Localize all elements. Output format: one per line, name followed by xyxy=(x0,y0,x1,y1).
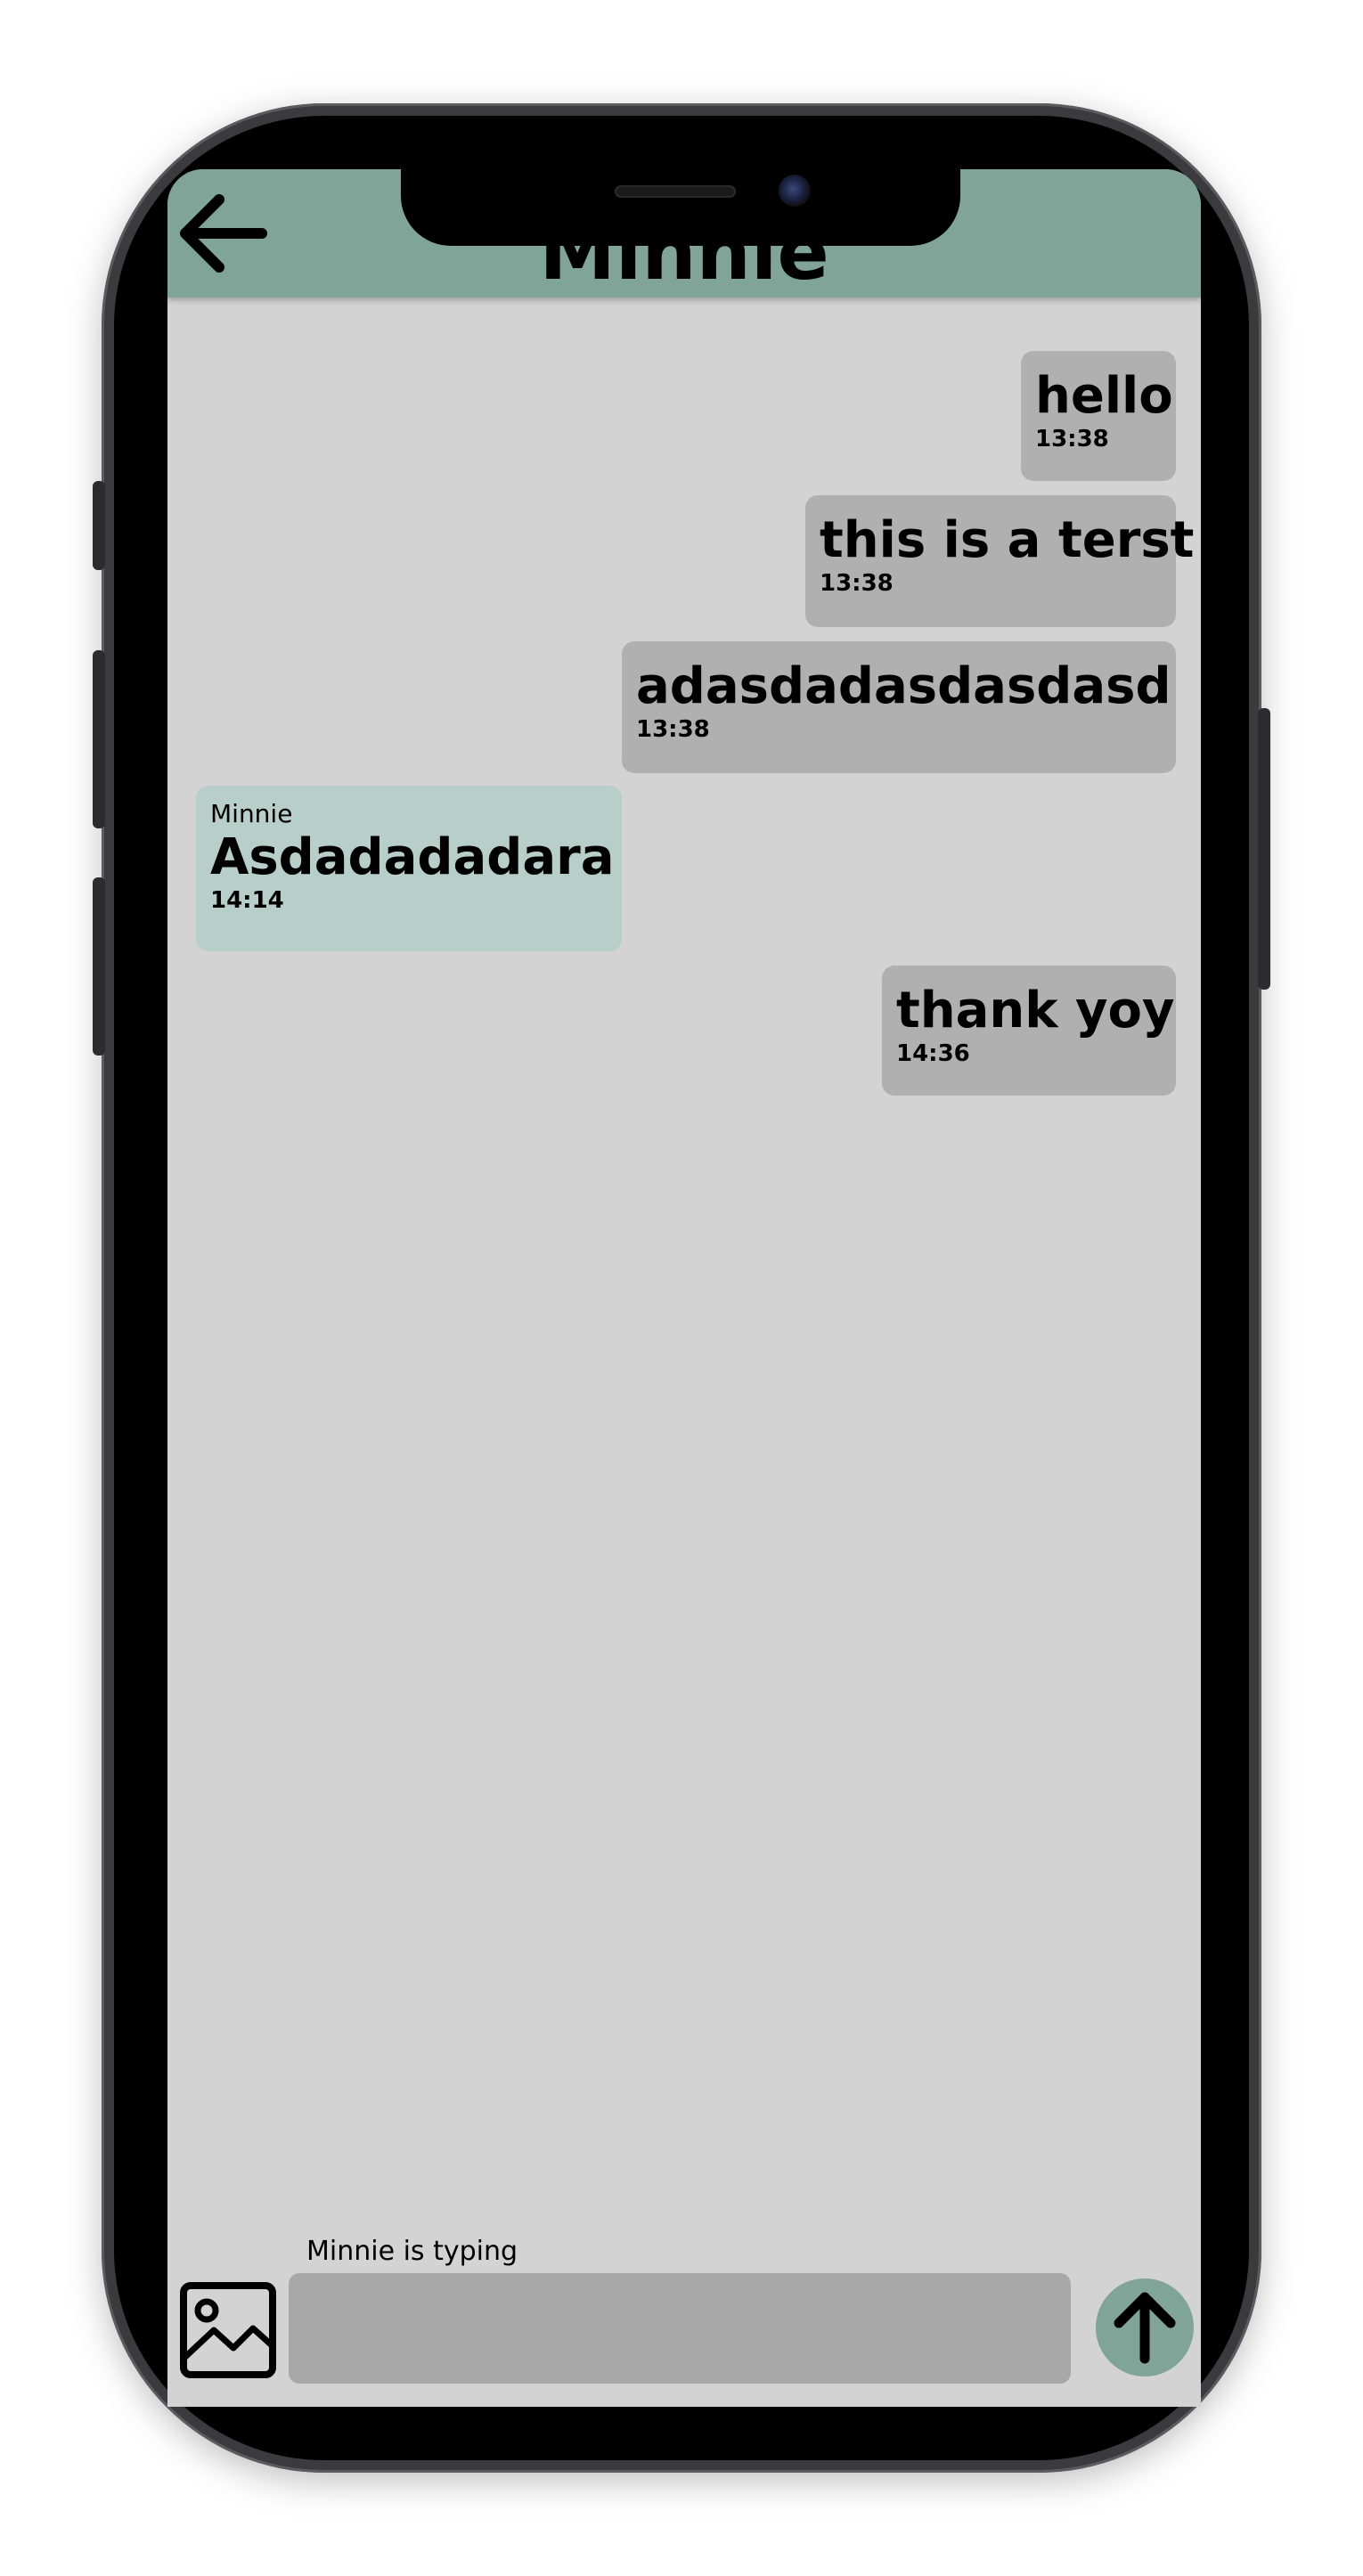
message-bubble-outgoing: adasdadasdasdasd 13:38 xyxy=(622,641,1176,773)
message-list[interactable]: hello 13:38 this is a terst 13:38 adasda… xyxy=(167,169,1201,2407)
message-time: 13:38 xyxy=(820,570,894,597)
message-text: thank yoy xyxy=(896,982,1175,1039)
typing-indicator: Minnie is typing xyxy=(306,2236,518,2267)
chat-screen: Minnie hello 13:38 this is a terst 13:38… xyxy=(167,169,1201,2407)
message-time: 14:36 xyxy=(896,1040,970,1067)
arrow-up-icon xyxy=(1114,2292,1176,2364)
message-sender: Minnie xyxy=(210,799,293,828)
message-text: hello xyxy=(1035,367,1173,425)
image-icon xyxy=(180,2282,276,2378)
power-button xyxy=(1258,708,1270,990)
message-bubble-outgoing: this is a terst 13:38 xyxy=(805,495,1195,627)
front-camera xyxy=(779,175,811,207)
attach-image-button[interactable] xyxy=(178,2280,278,2380)
message-bubble-outgoing: hello 13:38 xyxy=(1021,351,1176,481)
message-text: adasdadasdasdasd xyxy=(636,657,1171,715)
phone-notch xyxy=(401,160,960,246)
volume-down-button xyxy=(93,877,105,1056)
message-text: this is a terst xyxy=(820,511,1195,569)
message-time: 14:14 xyxy=(210,887,284,914)
message-text: Asdadadadara xyxy=(210,828,615,886)
volume-up-button xyxy=(93,650,105,828)
message-bubble-outgoing: thank yoy 14:36 xyxy=(882,966,1176,1096)
speaker-grille xyxy=(615,185,736,198)
silent-switch xyxy=(93,481,105,570)
message-bubble-incoming: Minnie Asdadadadara 14:14 xyxy=(196,786,622,951)
message-time: 13:38 xyxy=(1035,426,1109,452)
message-input[interactable] xyxy=(289,2273,1071,2384)
message-time: 13:38 xyxy=(636,716,710,743)
send-button[interactable] xyxy=(1096,2278,1194,2376)
